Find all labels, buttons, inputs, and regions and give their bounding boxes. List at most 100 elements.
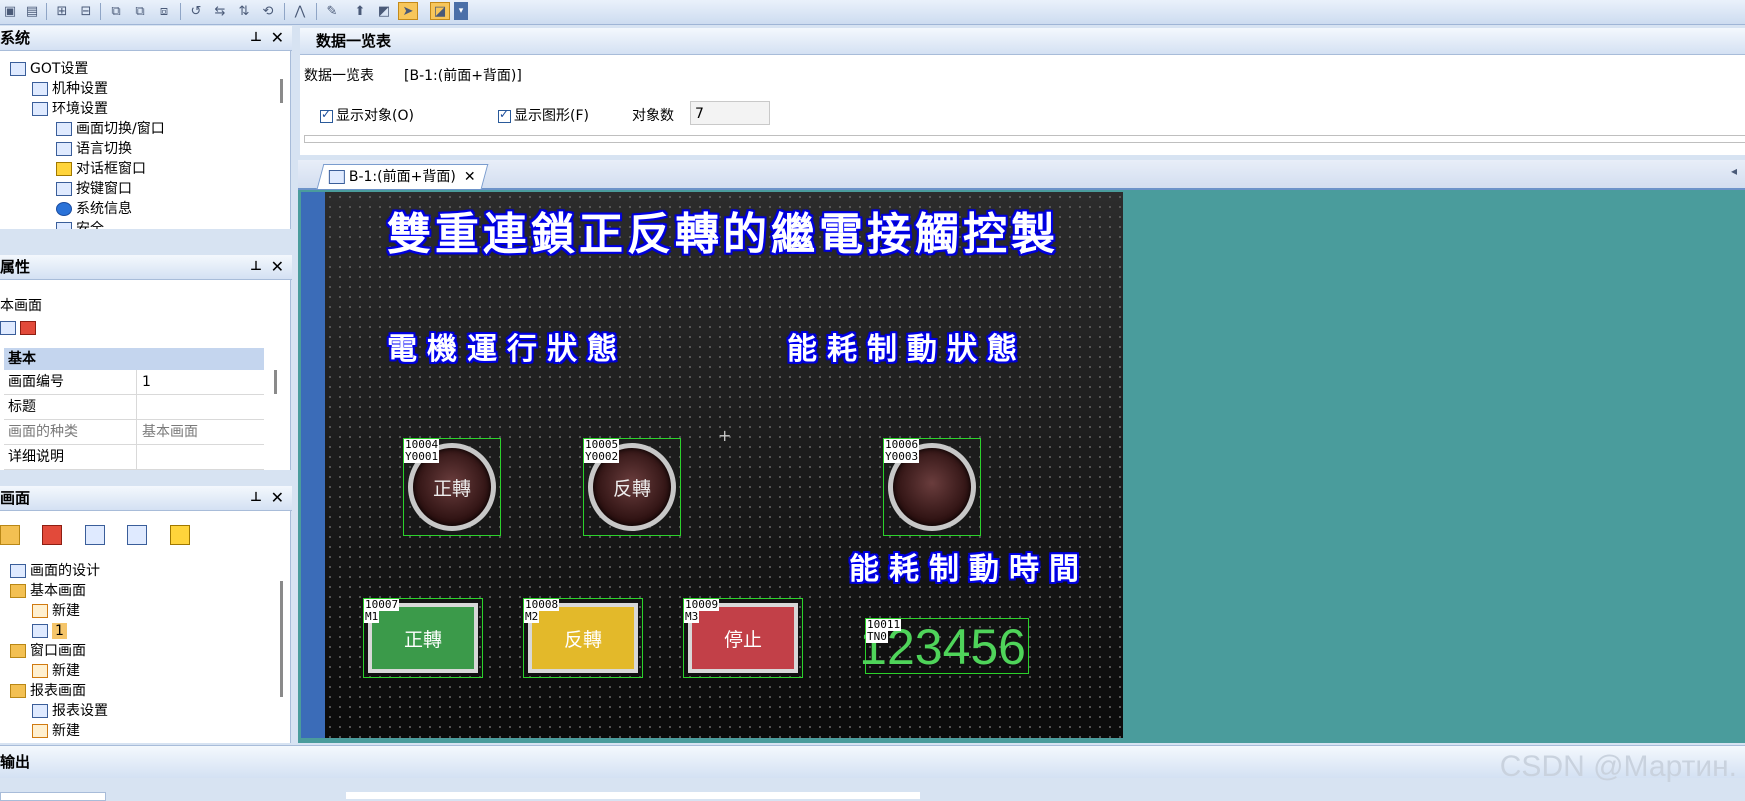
lamp-reverse[interactable]: 反轉 10005 Y0002 <box>583 438 681 536</box>
scrollbar[interactable] <box>280 581 283 697</box>
tree-item[interactable]: 报表设置 <box>32 701 108 721</box>
tree-label: 对话框窗口 <box>76 161 146 177</box>
property-row[interactable]: 画面编号 1 <box>4 370 264 395</box>
pin-icon[interactable]: ⊥ <box>250 486 262 510</box>
image-icon[interactable]: ◪ <box>430 2 450 20</box>
close-icon[interactable]: ✕ <box>271 486 284 510</box>
lamp-brake[interactable]: 10006 Y0003 <box>883 438 981 536</box>
tree-item[interactable]: GOT设置 <box>10 59 88 79</box>
crosshair-icon: + <box>718 426 732 445</box>
back-icon[interactable]: ⧉ <box>130 2 150 20</box>
tree-item[interactable]: 对话框窗口 <box>56 159 146 179</box>
show-shapes-checkbox[interactable]: 显示图形(F) <box>498 105 589 125</box>
tree-label: 报表画面 <box>30 683 86 699</box>
tab-b1[interactable]: B-1:(前面+背面) ✕ <box>316 164 489 189</box>
hmi-title[interactable]: 雙重連鎖正反轉的繼電接觸控製 <box>387 198 1059 262</box>
toolbar-dropdown-icon[interactable]: ▾ <box>454 2 468 20</box>
category-icon[interactable] <box>20 321 36 335</box>
tree-item[interactable]: 窗口画面 <box>10 641 86 661</box>
property-row[interactable]: 标题 <box>4 395 264 420</box>
arrow-up-icon[interactable]: ⬆ <box>350 2 370 20</box>
tree-label: GOT设置 <box>30 61 89 77</box>
checkbox-icon[interactable] <box>498 107 511 123</box>
scrollbar[interactable] <box>280 79 283 103</box>
system-panel-header: 系统 ⊥ ✕ <box>0 26 292 51</box>
close-icon[interactable]: ✕ <box>271 26 284 50</box>
tree-item[interactable]: 新建 <box>32 721 80 741</box>
canvas-ruler <box>301 192 325 738</box>
lamp-forward[interactable]: 正轉 10004 Y0001 <box>403 438 501 536</box>
alert-icon[interactable] <box>169 525 190 545</box>
tree-item[interactable]: 语言切换 <box>56 139 132 159</box>
screen-panel-title: 画面 <box>0 489 31 507</box>
group-icon[interactable]: ⊞ <box>52 2 72 20</box>
folder-icon <box>10 584 26 598</box>
front-icon[interactable]: ⧉ <box>106 2 126 20</box>
properties-panel-header: 属性 ⊥ ✕ <box>0 255 292 280</box>
tree-item[interactable]: 新建 <box>32 601 80 621</box>
tree-item[interactable]: 环境设置 <box>32 99 108 119</box>
tree-label: 按键窗口 <box>76 181 132 197</box>
output-tab[interactable] <box>0 792 106 801</box>
forward-button[interactable]: 正轉 10007 M1 <box>363 598 483 678</box>
button-face: 正轉 <box>368 603 478 673</box>
copy-icon[interactable]: ▣ <box>0 2 20 20</box>
tree-item[interactable]: 安全 <box>56 219 104 229</box>
pin-icon[interactable]: ⊥ <box>250 255 262 279</box>
open-icon[interactable] <box>0 525 20 545</box>
paste-icon[interactable]: ▤ <box>22 2 42 20</box>
property-value: 基本画面 <box>142 424 198 440</box>
tree-label: 环境设置 <box>52 101 108 117</box>
toolbar-separator <box>180 3 181 20</box>
brake-time-label[interactable]: 能耗制動時間 <box>849 544 1089 588</box>
flip-h-icon[interactable]: ⇆ <box>210 2 230 20</box>
numeric-display[interactable]: 123456 10011 TN0 <box>859 618 1029 674</box>
layer-icon[interactable]: ⧈ <box>154 2 174 20</box>
tree-item[interactable]: 报表画面 <box>10 681 86 701</box>
tree-item[interactable]: 画面的设计 <box>10 561 100 581</box>
editor-canvas[interactable]: 雙重連鎖正反轉的繼電接觸控製 電機運行狀態 能耗制動狀態 能耗制動時間 + 正轉… <box>298 190 1745 743</box>
pin-icon[interactable]: ⊥ <box>250 26 262 50</box>
toolbar-separator <box>100 3 101 20</box>
scrollbar[interactable] <box>274 370 277 394</box>
motor-status-label[interactable]: 電機運行狀態 <box>387 324 627 368</box>
close-icon[interactable]: ✕ <box>464 165 476 189</box>
checkbox-icon[interactable] <box>320 107 333 123</box>
polyline-icon[interactable]: ⋀ <box>290 2 310 20</box>
tree-item[interactable]: 系统信息 <box>56 199 132 219</box>
mirror-icon[interactable]: ⟲ <box>258 2 278 20</box>
environment-icon <box>32 102 48 116</box>
list-icon[interactable] <box>127 525 148 545</box>
property-value[interactable]: 1 <box>142 370 151 394</box>
property-section: 基本 <box>4 348 264 370</box>
rotate-icon[interactable]: ↺ <box>186 2 206 20</box>
tree-label: 1 <box>52 623 67 639</box>
tree-item[interactable]: 画面切换/窗口 <box>56 119 165 139</box>
screen-icon[interactable] <box>84 525 105 545</box>
property-row[interactable]: 画面的种类 基本画面 <box>4 420 264 445</box>
pointer-icon[interactable]: ➤ <box>398 2 418 20</box>
device-address: TN0 <box>866 630 888 643</box>
delete-icon[interactable] <box>42 525 63 545</box>
sort-icon[interactable] <box>0 321 16 335</box>
edit-icon[interactable]: ✎ <box>322 2 342 20</box>
checkbox-label: 显示图形(F) <box>514 108 589 124</box>
show-objects-checkbox[interactable]: 显示对象(O) <box>320 105 414 125</box>
flip-v-icon[interactable]: ⇅ <box>234 2 254 20</box>
ungroup-icon[interactable]: ⊟ <box>76 2 96 20</box>
brake-status-label[interactable]: 能耗制動狀態 <box>787 324 1027 368</box>
property-row[interactable]: 详细说明 <box>4 445 264 470</box>
tree-item[interactable]: 1 <box>32 621 67 641</box>
watermark: CSDN @Мартин. <box>1499 750 1737 783</box>
tree-item[interactable]: 基本画面 <box>10 581 86 601</box>
select-icon[interactable]: ◩ <box>374 2 394 20</box>
tree-item[interactable]: 按键窗口 <box>56 179 132 199</box>
tab-scroll-icon[interactable]: ◂ <box>1731 164 1737 178</box>
tree-item[interactable]: 机种设置 <box>32 79 108 99</box>
stop-button[interactable]: 停止 10009 M3 <box>683 598 803 678</box>
tree-item[interactable]: 新建 <box>32 661 80 681</box>
reverse-button[interactable]: 反轉 10008 M2 <box>523 598 643 678</box>
hmi-screen[interactable]: 雙重連鎖正反轉的繼電接觸控製 電機運行狀態 能耗制動狀態 能耗制動時間 + 正轉… <box>301 192 1123 738</box>
status-field <box>346 792 920 799</box>
close-icon[interactable]: ✕ <box>271 255 284 279</box>
